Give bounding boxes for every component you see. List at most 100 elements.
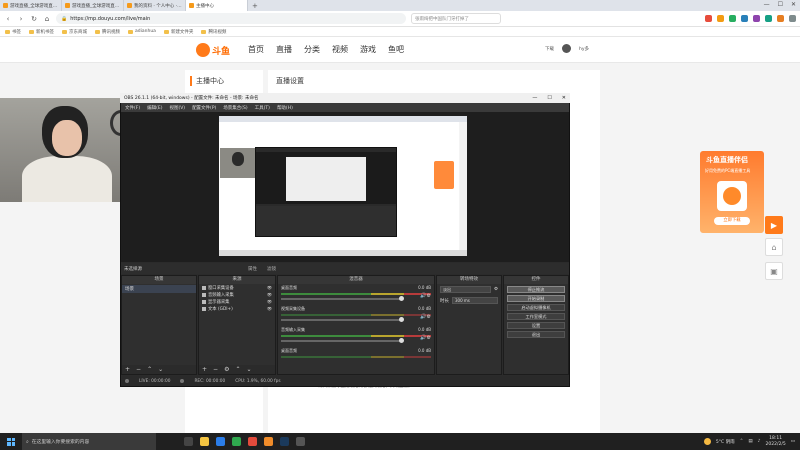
network-icon[interactable]: ▤: [748, 439, 752, 444]
avatar[interactable]: [562, 44, 571, 53]
gear-icon[interactable]: ⚙: [224, 366, 229, 373]
task-view-icon[interactable]: [184, 437, 193, 446]
bookmark-item[interactable]: 腾讯视频: [201, 29, 226, 35]
eye-icon[interactable]: 👁: [267, 285, 272, 290]
obs-menu-help[interactable]: 帮助(H): [277, 105, 293, 111]
bookmark-item[interactable]: 书签: [5, 29, 21, 35]
source-item[interactable]: 音频输入采集 👁: [199, 291, 275, 298]
menu-item-home[interactable]: 首页: [248, 44, 264, 55]
source-item[interactable]: 显示器采集 👁: [199, 298, 275, 305]
start-recording-button[interactable]: 开始录制: [507, 295, 565, 302]
maximize-icon[interactable]: ☐: [778, 1, 783, 8]
add-icon[interactable]: +: [125, 366, 130, 373]
move-down-icon[interactable]: ⌄: [158, 366, 163, 373]
taskbar-search[interactable]: ⌕ 在这里输入你要搜索的内容: [22, 433, 156, 450]
browser-tab[interactable]: 游戏直播_全球游戏直播_斗鱼直播: [0, 0, 62, 11]
stop-streaming-button[interactable]: 停止推流: [507, 286, 565, 293]
obs-menu-edit[interactable]: 编辑(E): [147, 105, 162, 111]
obs-menu-tools[interactable]: 工具(T): [255, 105, 270, 111]
extension-icon[interactable]: [729, 15, 736, 22]
obs-icon[interactable]: [296, 437, 305, 446]
new-tab-button[interactable]: +: [248, 2, 262, 10]
reload-icon[interactable]: ↻: [30, 15, 38, 23]
obs-menu-scene-collection[interactable]: 场景集合(S): [223, 105, 247, 111]
extension-icon[interactable]: [753, 15, 760, 22]
back-icon[interactable]: ‹: [4, 15, 12, 23]
app-icon[interactable]: [264, 437, 273, 446]
bookmark-item[interactable]: 新建文件夹: [163, 29, 193, 35]
chevron-up-icon[interactable]: ⌃: [740, 439, 744, 444]
extension-icon[interactable]: [717, 15, 724, 22]
filters-button[interactable]: 滤镜: [267, 266, 276, 272]
volume-slider[interactable]: [281, 317, 404, 322]
start-button[interactable]: [0, 433, 22, 450]
edge-icon[interactable]: [216, 437, 225, 446]
minimize-icon[interactable]: —: [532, 95, 537, 101]
settings-button[interactable]: 设置: [507, 322, 565, 329]
app-icon[interactable]: ▣: [765, 262, 783, 280]
menu-icon[interactable]: [789, 15, 796, 22]
scene-item[interactable]: 场景: [122, 285, 196, 293]
menu-item-game[interactable]: 游戏: [360, 44, 376, 55]
close-icon[interactable]: ✕: [562, 95, 566, 101]
browser-search-box[interactable]: 张雨绮把中国队门牙打掉了: [411, 13, 501, 24]
maximize-icon[interactable]: ☐: [547, 95, 551, 101]
speaker-icon[interactable]: ♪: [758, 439, 761, 444]
notification-icon[interactable]: ▭: [791, 439, 795, 444]
menu-item-fishbar[interactable]: 鱼吧: [388, 44, 404, 55]
obs-menu-profile[interactable]: 配置文件(P): [192, 105, 216, 111]
eye-icon[interactable]: 👁: [267, 292, 272, 297]
steam-icon[interactable]: [280, 437, 289, 446]
file-explorer-icon[interactable]: [200, 437, 209, 446]
obs-menu-view[interactable]: 视图(V): [169, 105, 185, 111]
obs-menu-file[interactable]: 文件(F): [125, 105, 140, 111]
volume-slider[interactable]: [281, 338, 404, 343]
speaker-icon[interactable]: 🔊⚙: [420, 293, 431, 299]
remove-icon[interactable]: −: [213, 366, 218, 373]
play-icon[interactable]: ▶: [765, 216, 783, 234]
promo-download-button[interactable]: 立即下载: [714, 217, 750, 225]
forward-icon[interactable]: ›: [17, 15, 25, 23]
move-up-icon[interactable]: ⌃: [147, 366, 152, 373]
source-item[interactable]: 文本 (GDI+) 👁: [199, 305, 275, 312]
download-link[interactable]: 下载: [545, 46, 554, 52]
username[interactable]: hy多: [579, 46, 589, 52]
browser-tab-active[interactable]: 主播中心: [186, 0, 248, 11]
close-icon[interactable]: ✕: [791, 1, 796, 8]
app-icon[interactable]: [232, 437, 241, 446]
browser-tab[interactable]: 我的资料 · 个人中心 · 斗鱼: [124, 0, 186, 11]
remove-icon[interactable]: −: [136, 366, 141, 373]
duration-input[interactable]: 300 ms: [452, 297, 498, 304]
browser-tab[interactable]: 游戏直播_全球游戏直播_斗鱼直播: [62, 0, 124, 11]
move-down-icon[interactable]: ⌄: [246, 366, 251, 373]
studio-mode-button[interactable]: 工作室模式: [507, 313, 565, 320]
sidebar-title[interactable]: 主播中心: [190, 76, 224, 86]
properties-button[interactable]: 属性: [248, 266, 257, 272]
bookmark-item[interactable]: 新机书签: [29, 29, 54, 35]
promo-banner[interactable]: 斗鱼直播伴侣 好用免费的PC端直播工具 立即下载: [700, 151, 764, 233]
menu-item-category[interactable]: 分类: [304, 44, 320, 55]
weather-text[interactable]: 5°C 阴雨: [716, 439, 735, 445]
exit-button[interactable]: 退出: [507, 331, 565, 338]
minimize-icon[interactable]: —: [764, 1, 770, 8]
eye-icon[interactable]: 👁: [267, 299, 272, 304]
bookmark-item[interactable]: 京东商城: [62, 29, 87, 35]
volume-slider[interactable]: [281, 296, 404, 301]
url-bar[interactable]: 🔒 https://mp.douyu.com/live/main: [56, 13, 406, 24]
eye-icon[interactable]: 👁: [267, 306, 272, 311]
transition-select[interactable]: 淡出: [440, 286, 491, 293]
speaker-icon[interactable]: 🔊⚙: [420, 314, 431, 320]
extension-icon[interactable]: [765, 15, 772, 22]
menu-item-video[interactable]: 视频: [332, 44, 348, 55]
browser-icon[interactable]: [248, 437, 257, 446]
virtual-camera-button[interactable]: 启动虚拟摄像机: [507, 304, 565, 311]
move-up-icon[interactable]: ⌃: [235, 366, 240, 373]
bookmark-item[interactable]: 腾讯视频: [95, 29, 120, 35]
source-item[interactable]: 窗口采集设备 👁: [199, 284, 275, 291]
add-icon[interactable]: +: [202, 366, 207, 373]
home-icon[interactable]: ⌂: [43, 15, 51, 23]
douyu-logo[interactable]: 斗鱼: [196, 40, 241, 60]
home-icon[interactable]: ⌂: [765, 238, 783, 256]
speaker-icon[interactable]: 🔊⚙: [420, 335, 431, 341]
bookmark-item[interactable]: adianhua: [128, 29, 156, 34]
